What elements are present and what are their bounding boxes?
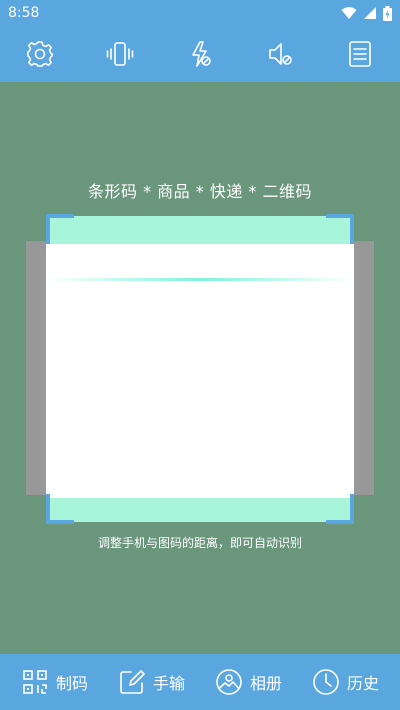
viewfinder-right-edge bbox=[352, 241, 374, 495]
status-bar: 8:58 bbox=[0, 0, 400, 26]
vibrate-button[interactable] bbox=[100, 34, 140, 74]
top-toolbar bbox=[0, 26, 400, 82]
qr-code-icon bbox=[23, 670, 47, 694]
nav-make-code[interactable]: 制码 bbox=[21, 668, 88, 696]
status-time: 8:58 bbox=[8, 5, 40, 21]
status-icons bbox=[341, 5, 392, 21]
sound-off-icon bbox=[269, 43, 292, 65]
document-icon bbox=[349, 41, 371, 67]
vibrate-icon bbox=[106, 42, 134, 66]
nav-history-label: 历史 bbox=[346, 674, 379, 693]
nav-album[interactable]: 相册 bbox=[215, 668, 282, 696]
scan-band-bottom bbox=[46, 498, 354, 522]
settings-button[interactable] bbox=[20, 34, 60, 74]
corner-top-right bbox=[326, 214, 354, 244]
settings-icon bbox=[27, 41, 53, 67]
document-button[interactable] bbox=[340, 34, 380, 74]
corner-bottom-left bbox=[46, 494, 74, 524]
scan-types-hint: 条形码 * 商品 * 快递 * 二维码 bbox=[87, 182, 313, 201]
scan-viewfinder bbox=[26, 214, 374, 524]
flash-off-icon bbox=[192, 41, 211, 67]
wifi-icon bbox=[341, 7, 357, 19]
gallery-icon bbox=[216, 669, 242, 695]
corner-top-left bbox=[46, 214, 74, 244]
nav-make-code-label: 制码 bbox=[55, 674, 88, 693]
bottom-nav: 制码 手输 相册 历史 bbox=[0, 654, 400, 710]
scan-line bbox=[46, 278, 354, 281]
nav-manual-input-label: 手输 bbox=[152, 674, 185, 693]
sound-button[interactable] bbox=[260, 34, 300, 74]
corner-bottom-right bbox=[326, 494, 354, 524]
scan-band-top bbox=[46, 216, 354, 244]
distance-hint: 调整手机与图码的距离，即可自动识别 bbox=[97, 536, 302, 550]
history-icon bbox=[313, 669, 339, 695]
scan-box bbox=[46, 216, 354, 522]
viewfinder-left-edge bbox=[26, 241, 48, 495]
battery-icon bbox=[383, 5, 392, 21]
nav-album-label: 相册 bbox=[249, 674, 282, 693]
flash-button[interactable] bbox=[180, 34, 220, 74]
nav-history[interactable]: 历史 bbox=[312, 668, 379, 696]
edit-icon bbox=[120, 670, 145, 694]
nav-manual-input[interactable]: 手输 bbox=[118, 668, 185, 696]
signal-icon bbox=[364, 7, 376, 19]
